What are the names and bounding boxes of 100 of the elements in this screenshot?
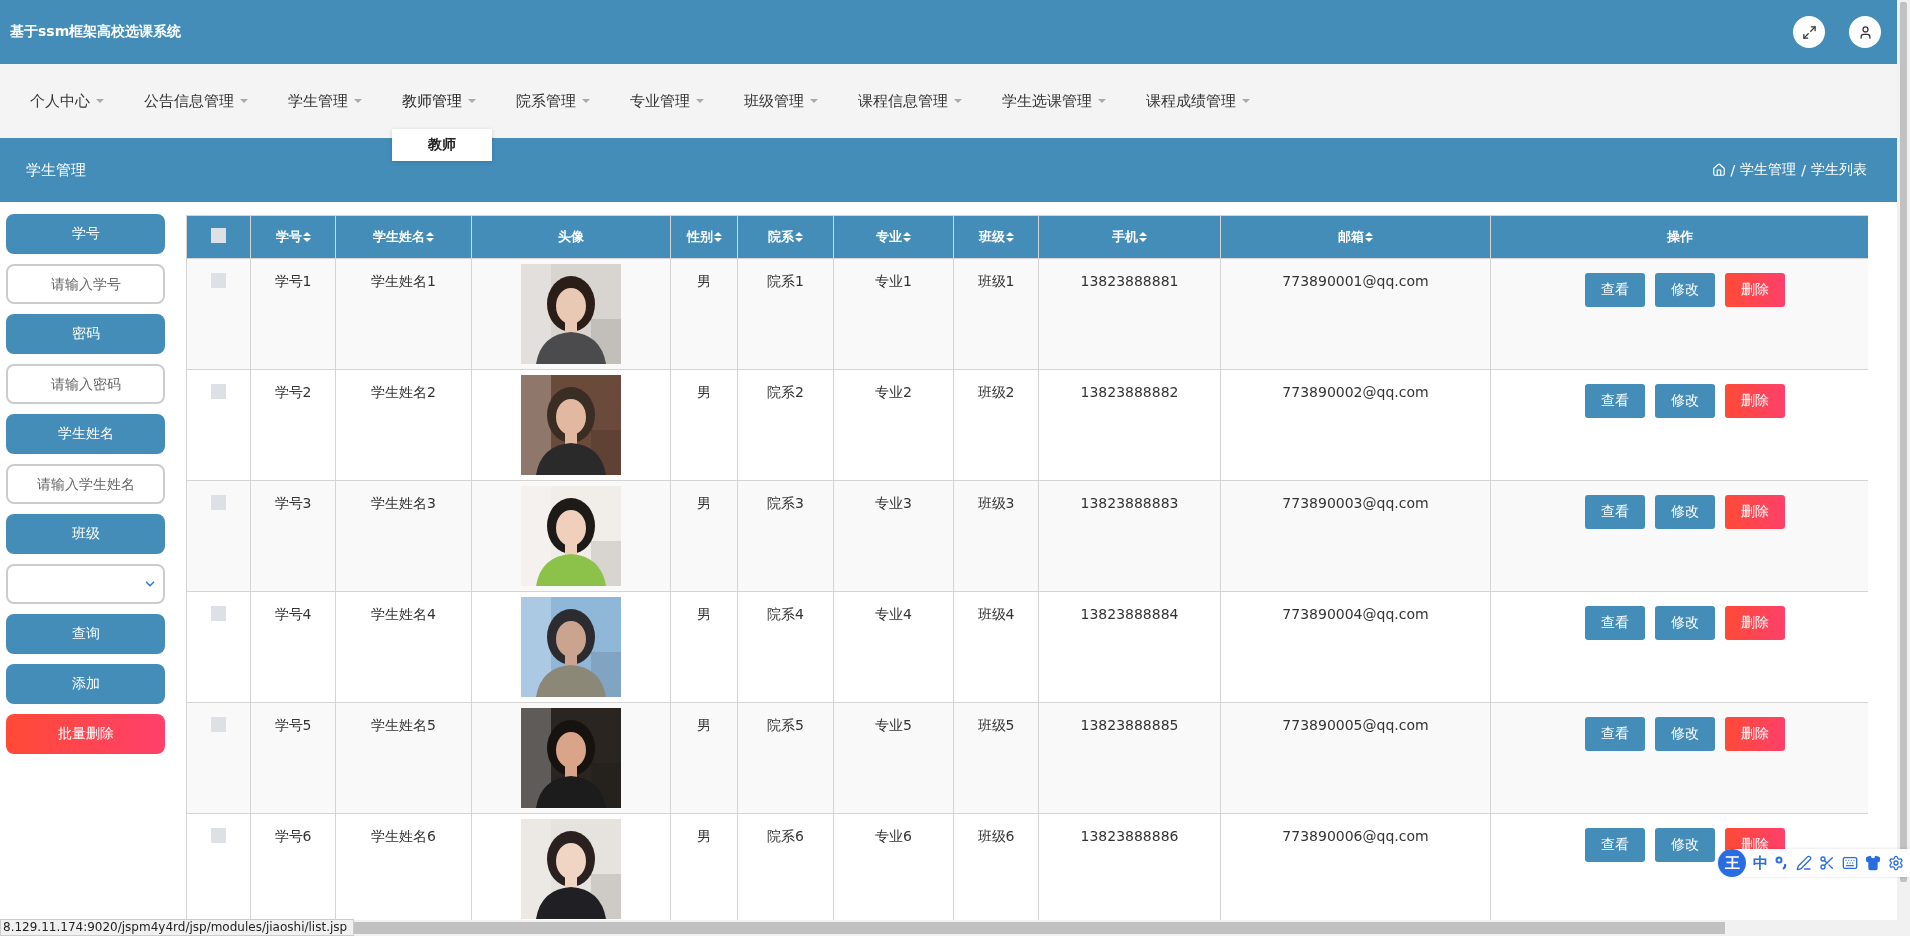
nav-menu-item[interactable]: 课程成绩管理	[1126, 91, 1270, 111]
pen-icon[interactable]	[1796, 855, 1812, 871]
table-cell: 13823888885	[1080, 717, 1179, 733]
sort-icon[interactable]	[426, 232, 434, 242]
vertical-scrollbar[interactable]	[1897, 0, 1910, 936]
delete-button[interactable]: 删除	[1724, 273, 1785, 307]
sort-icon[interactable]	[1139, 232, 1147, 242]
column-header[interactable]: 专业	[876, 229, 902, 244]
row-checkbox[interactable]	[211, 273, 226, 288]
keyboard-icon[interactable]	[1842, 855, 1858, 871]
table-cell: 专业4	[875, 606, 912, 622]
edit-button[interactable]: 修改	[1654, 495, 1715, 529]
row-checkbox[interactable]	[211, 384, 226, 399]
nav-menu-item[interactable]: 公告信息管理	[124, 91, 268, 111]
view-button[interactable]: 查看	[1584, 384, 1645, 418]
sort-icon[interactable]	[1005, 232, 1014, 242]
nav-menu-item[interactable]: 专业管理	[610, 91, 724, 111]
breadcrumb-separator: /	[1730, 162, 1736, 178]
table-cell: 男	[697, 495, 711, 511]
column-header: 操作	[1666, 229, 1693, 244]
table-cell: 班级5	[977, 717, 1015, 733]
column-header[interactable]: 邮箱	[1338, 229, 1364, 244]
ime-logo[interactable]: 王	[1718, 849, 1746, 877]
shirt-icon[interactable]	[1865, 855, 1881, 871]
sort-icon[interactable]	[1365, 232, 1373, 242]
view-button[interactable]: 查看	[1584, 495, 1645, 529]
nav-menu-item[interactable]: 课程信息管理	[838, 91, 982, 111]
edit-button[interactable]: 修改	[1654, 828, 1715, 862]
table-cell: 专业3	[875, 495, 912, 511]
edit-button[interactable]: 修改	[1654, 273, 1715, 307]
view-button[interactable]: 查看	[1584, 606, 1645, 640]
app-title: 基于ssm框架高校选课系统	[10, 23, 182, 41]
nav-menu-item[interactable]: 班级管理	[724, 91, 838, 111]
table-cell: 13823888881	[1080, 273, 1179, 289]
delete-button[interactable]: 删除	[1724, 606, 1785, 640]
field-label: 学生姓名	[6, 414, 165, 454]
table-cell: 专业6	[875, 828, 912, 844]
nav-menu-item[interactable]: 学生管理	[268, 91, 382, 111]
nav-menu-item[interactable]: 院系管理	[496, 91, 610, 111]
table-cell: 773890001@qq.com	[1282, 273, 1429, 289]
row-checkbox[interactable]	[211, 828, 226, 843]
edit-button[interactable]: 修改	[1654, 717, 1715, 751]
row-checkbox[interactable]	[211, 717, 226, 732]
table-cell: 13823888884	[1080, 606, 1179, 622]
column-header[interactable]: 院系	[768, 229, 794, 244]
delete-button[interactable]: 删除	[1724, 717, 1785, 751]
home-icon[interactable]	[1711, 163, 1726, 177]
punctuation-icon[interactable]	[1775, 856, 1789, 870]
table-cell: 班级4	[977, 606, 1015, 622]
table-cell: 专业1	[875, 273, 912, 289]
table-cell: 男	[697, 606, 711, 622]
sort-icon[interactable]	[903, 232, 911, 242]
column-header[interactable]: 班级	[978, 229, 1005, 244]
nav-menu-item[interactable]: 个人中心	[10, 91, 124, 111]
delete-button[interactable]: 删除	[1724, 384, 1785, 418]
column-header[interactable]: 手机	[1112, 229, 1138, 244]
search-field[interactable]: 请输入学号	[6, 264, 165, 304]
edit-button[interactable]: 修改	[1654, 384, 1715, 418]
breadcrumb-link[interactable]: 学生列表	[1811, 161, 1867, 179]
delete-button[interactable]: 删除	[1724, 495, 1785, 529]
sort-icon[interactable]	[795, 232, 803, 242]
batch-delete-button[interactable]: 批量删除	[6, 714, 165, 754]
table-cell: 学生姓名4	[371, 606, 436, 622]
table-cell: 班级1	[977, 273, 1015, 289]
action-button[interactable]: 查询	[6, 614, 165, 654]
fullscreen-button[interactable]	[1793, 16, 1825, 48]
action-button[interactable]: 添加	[6, 664, 165, 704]
table-cell: 男	[697, 717, 711, 733]
settings-icon[interactable]	[1888, 855, 1904, 871]
dropdown-item[interactable]: 教师	[428, 135, 456, 154]
table-cell: 学号6	[274, 828, 312, 844]
table-cell: 学生姓名5	[371, 717, 436, 733]
nav-menu-item[interactable]: 学生选课管理	[982, 91, 1126, 111]
sort-icon[interactable]	[713, 232, 722, 242]
user-button[interactable]	[1849, 16, 1881, 48]
table-cell: 院系2	[767, 384, 804, 400]
column-header[interactable]: 学号	[275, 229, 302, 244]
view-button[interactable]: 查看	[1584, 717, 1645, 751]
row-checkbox[interactable]	[211, 606, 226, 621]
scissors-icon[interactable]	[1819, 855, 1835, 871]
table-cell: 班级2	[977, 384, 1015, 400]
search-field[interactable]: 请输入密码	[6, 364, 165, 404]
table-cell: 学号1	[274, 273, 312, 289]
expand-arrows-icon	[1801, 24, 1817, 40]
table-cell: 773890002@qq.com	[1282, 384, 1429, 400]
sort-icon[interactable]	[302, 232, 311, 242]
search-field[interactable]: 请输入学生姓名	[6, 464, 165, 504]
table-cell: 学号2	[274, 384, 312, 400]
column-header[interactable]: 性别	[686, 229, 713, 244]
page-title: 学生管理	[26, 160, 86, 180]
column-header[interactable]: 学生姓名	[373, 229, 425, 244]
row-checkbox[interactable]	[211, 495, 226, 510]
select-all-checkbox[interactable]	[211, 228, 226, 243]
edit-button[interactable]: 修改	[1654, 606, 1715, 640]
view-button[interactable]: 查看	[1584, 828, 1645, 862]
breadcrumb-link[interactable]: 学生管理	[1740, 161, 1797, 179]
table-cell: 院系4	[767, 606, 804, 622]
view-button[interactable]: 查看	[1584, 273, 1645, 307]
table-cell: 773890004@qq.com	[1282, 606, 1429, 622]
table-cell: 学生姓名6	[371, 828, 436, 844]
